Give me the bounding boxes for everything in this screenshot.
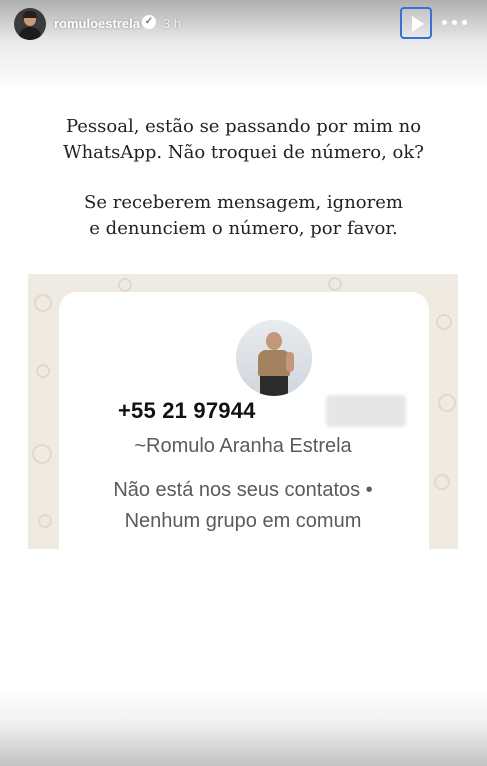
more-options-icon	[442, 20, 447, 25]
contact-photo	[236, 320, 312, 396]
redacted-digits	[326, 395, 406, 427]
post-time: 3 h	[163, 16, 182, 31]
story-caption: Pessoal, estão se passando por mim no Wh…	[0, 114, 487, 242]
play-button[interactable]	[400, 7, 432, 39]
groups-status: Nenhum grupo em comum	[124, 510, 362, 532]
caption-line: Pessoal, estão se passando por mim no	[65, 116, 422, 137]
contact-phone-number: +55 21 97944	[118, 398, 256, 423]
contact-name: ~Romulo Aranha Estrela	[134, 435, 352, 457]
verified-check-icon: ✓	[142, 15, 156, 29]
more-options-button[interactable]	[440, 12, 470, 34]
caption-line: WhatsApp. Não troquei de número, ok?	[63, 142, 424, 163]
profile-username[interactable]: romuloestrela	[54, 16, 140, 31]
play-icon	[412, 16, 424, 32]
caption-line: Se receberem mensagem, ignorem	[84, 192, 403, 213]
story-header: romuloestrela ✓ 3 h	[0, 0, 487, 48]
story-view: romuloestrela ✓ 3 h Pessoal, estão se pa…	[0, 0, 487, 766]
contact-status: Não está nos seus contatos •	[113, 479, 373, 501]
whatsapp-screenshot: +55 21 97944 ~Romulo Aranha Estrela Não …	[28, 274, 458, 549]
caption-line: e denunciem o número, por favor.	[89, 218, 398, 239]
profile-avatar[interactable]	[14, 8, 46, 40]
bottom-gradient	[0, 686, 487, 766]
